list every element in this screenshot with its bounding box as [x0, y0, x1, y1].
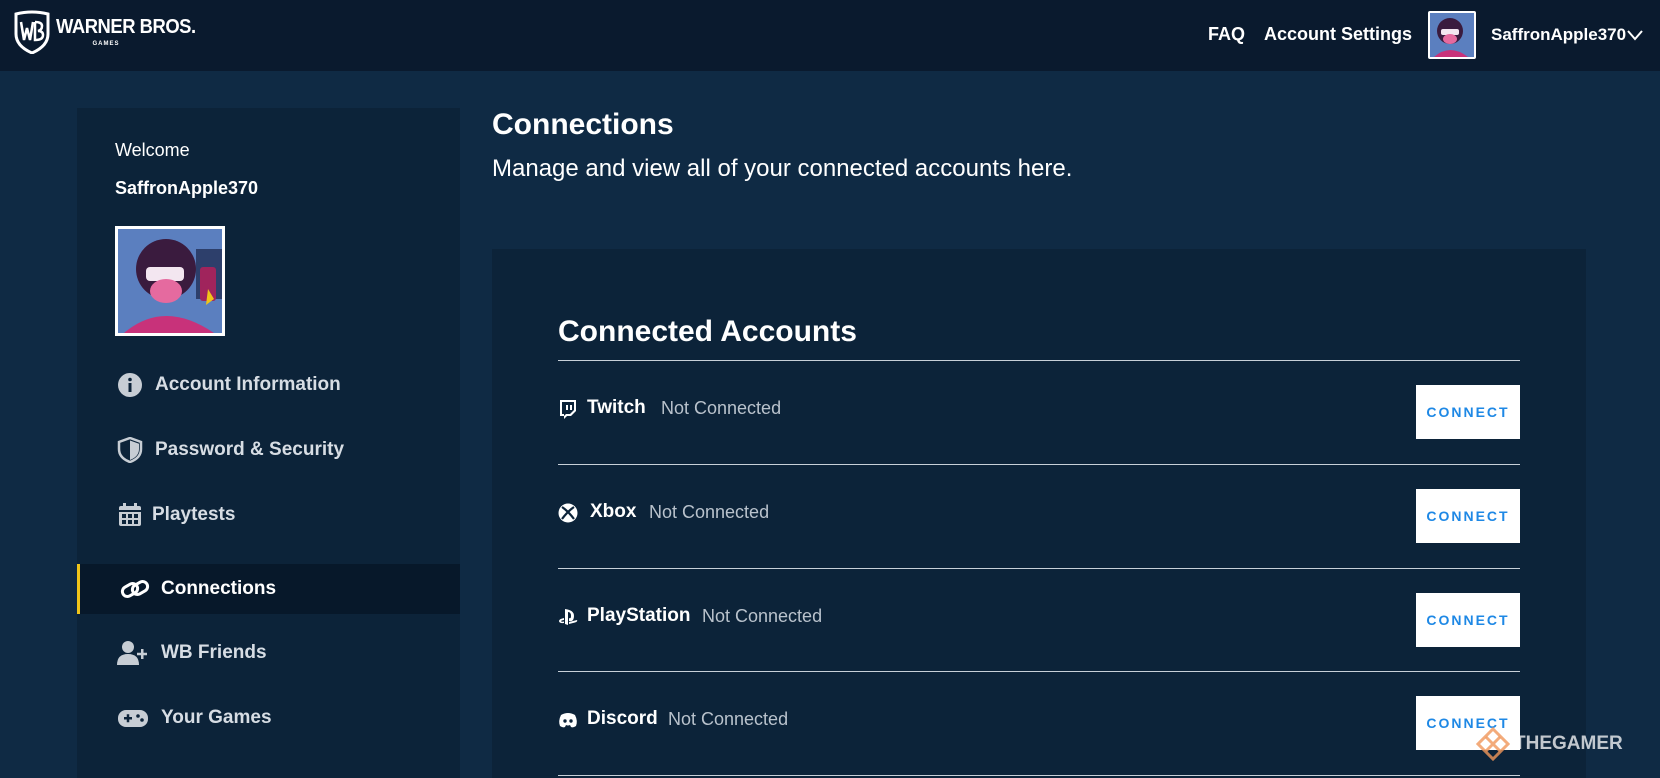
page-subtitle: Manage and view all of your connected ac… [492, 155, 1073, 182]
sidebar-username: SaffronApple370 [115, 178, 259, 198]
sidebar-item-label: Account Information [155, 374, 341, 395]
link-icon [120, 580, 150, 598]
account-status: Not Connected [702, 606, 823, 626]
calendar-icon [119, 503, 141, 526]
account-status: Not Connected [661, 398, 782, 418]
account-row-playstation: PlayStation Not Connected CONNECT [558, 569, 1520, 672]
sidebar: Welcome SaffronApple370 Account Informat… [77, 108, 460, 778]
avatar-character-icon [118, 229, 222, 333]
wb-shield-icon [14, 10, 50, 54]
sidebar-item-playtests[interactable]: Playtests [77, 490, 460, 540]
thegamer-watermark: THEGAMER [1476, 727, 1623, 761]
connect-xbox-button[interactable]: CONNECT [1416, 489, 1520, 543]
sidebar-item-label: Your Games [161, 707, 272, 728]
sidebar-item-password-security[interactable]: Password & Security [77, 425, 460, 475]
info-icon [118, 373, 142, 397]
account-name: Xbox [590, 501, 637, 522]
connect-playstation-button[interactable]: CONNECT [1416, 593, 1520, 647]
logo-wordmark: WARNER BROS. [56, 16, 196, 38]
account-status: Not Connected [649, 502, 770, 522]
connect-twitch-button[interactable]: CONNECT [1416, 385, 1520, 439]
panel-title: Connected Accounts [558, 315, 857, 348]
account-name: PlayStation [587, 605, 691, 626]
watermark-text: THEGAMER [1514, 733, 1623, 754]
twitch-icon [560, 400, 576, 419]
gamepad-icon [118, 710, 148, 727]
xbox-icon [558, 503, 578, 523]
sidebar-item-account-information[interactable]: Account Information [77, 360, 460, 410]
account-name: Discord [587, 708, 658, 729]
header-avatar[interactable] [1428, 11, 1476, 59]
sidebar-item-label: Connections [161, 578, 277, 599]
thegamer-logo-icon [1476, 727, 1510, 761]
header-username[interactable]: SaffronApple370 [1491, 25, 1626, 45]
discord-icon [559, 713, 577, 728]
account-settings-link[interactable]: Account Settings [1264, 24, 1412, 45]
chevron-down-icon[interactable] [1625, 27, 1645, 43]
add-user-icon [117, 641, 147, 665]
page-title: Connections [492, 108, 674, 141]
account-row-twitch: Twitch Not Connected CONNECT [558, 361, 1520, 464]
welcome-label: Welcome [115, 140, 190, 160]
account-row-xbox: Xbox Not Connected CONNECT [558, 465, 1520, 568]
sidebar-item-your-games[interactable]: Your Games [77, 693, 460, 743]
top-navigation-bar: WARNER BROS. GAMES FAQ Account Settings … [0, 0, 1660, 71]
shield-icon [117, 437, 143, 463]
logo-subtitle: GAMES [92, 41, 120, 47]
profile-avatar [115, 226, 225, 336]
divider [558, 775, 1520, 776]
playstation-icon [559, 609, 578, 625]
sidebar-item-label: Password & Security [155, 439, 345, 460]
sidebar-item-connections[interactable]: Connections [77, 564, 460, 614]
sidebar-item-label: Playtests [152, 504, 236, 525]
sidebar-item-label: WB Friends [161, 642, 267, 663]
account-name: Twitch [587, 397, 646, 418]
connected-accounts-panel: Connected Accounts Twitch Not Connected … [492, 249, 1586, 778]
account-status: Not Connected [668, 709, 789, 729]
faq-link[interactable]: FAQ [1208, 24, 1245, 45]
sidebar-item-wb-friends[interactable]: WB Friends [77, 628, 460, 678]
avatar-character-icon [1430, 13, 1474, 57]
account-row-discord: Discord Not Connected CONNECT [558, 672, 1520, 775]
warner-bros-logo[interactable]: WARNER BROS. GAMES [14, 10, 208, 54]
